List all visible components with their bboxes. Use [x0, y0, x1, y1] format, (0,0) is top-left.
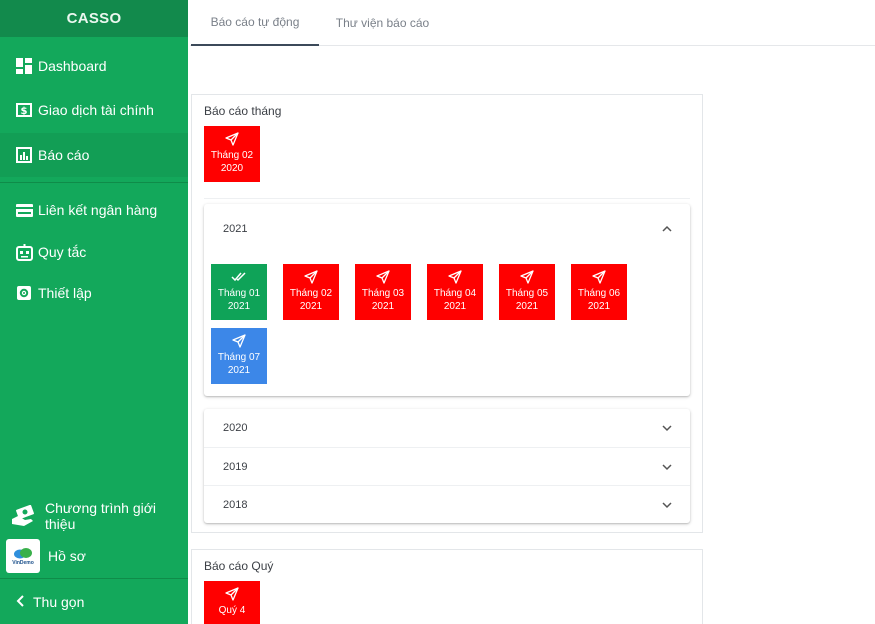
card-month: Tháng 06 — [577, 288, 621, 299]
dashboard-icon — [15, 57, 33, 75]
send-icon — [520, 270, 534, 284]
report-card-2021-01[interactable]: Tháng 01 2021 — [211, 264, 267, 320]
card-month: Tháng 03 — [361, 288, 405, 299]
gear-icon — [15, 284, 33, 302]
card-quarter: Quý 4 — [218, 605, 246, 616]
collapse-label: Thu gọn — [33, 593, 85, 610]
avatar-text: VinDemo — [12, 559, 34, 566]
chevron-down-icon — [662, 425, 672, 432]
double-check-icon — [231, 272, 246, 282]
sidebar-item-reports[interactable]: Báo cáo — [0, 133, 188, 177]
money-hand-icon — [11, 504, 37, 527]
card-month: Tháng 02 — [289, 288, 333, 299]
tab-label: Báo cáo tự động — [210, 15, 300, 29]
year-label: 2021 — [223, 223, 248, 235]
card-month: Tháng 07 — [217, 352, 261, 363]
report-card-2021-05[interactable]: Tháng 05 2021 — [499, 264, 555, 320]
card-month: Tháng 04 — [433, 288, 477, 299]
report-card-2021-07[interactable]: Tháng 07 2021 — [211, 328, 267, 384]
cloud-logo-icon — [14, 547, 32, 558]
bar-chart-icon — [15, 146, 33, 164]
card-year: 2021 — [587, 301, 611, 312]
card-month: Tháng 05 — [505, 288, 549, 299]
send-icon — [304, 270, 318, 284]
collapse-sidebar-button[interactable]: Thu gọn — [0, 578, 188, 624]
sidebar-item-transactions[interactable]: $ Giao dịch tài chính — [0, 88, 188, 132]
avatar: VinDemo — [6, 539, 40, 573]
year-label: 2020 — [223, 422, 248, 434]
robot-icon — [15, 243, 33, 261]
card-year: 2021 — [371, 301, 395, 312]
referral-label: Chương trình giới thiệu — [45, 500, 157, 532]
send-icon — [592, 270, 606, 284]
year-header-2020[interactable]: 2020 — [204, 409, 690, 447]
referral-program-link[interactable]: Chương trình giới thiệu — [0, 496, 188, 536]
report-card-2021-04[interactable]: Tháng 04 2021 — [427, 264, 483, 320]
profile-label: Hồ sơ — [48, 548, 86, 564]
year-header-2018[interactable]: 2018 — [204, 486, 690, 524]
card-year: 2021 — [443, 301, 467, 312]
panel-divider — [204, 198, 690, 199]
card-year: 2021 — [227, 365, 251, 376]
report-card-2021-06[interactable]: Tháng 06 2021 — [571, 264, 627, 320]
report-card-q4[interactable]: Quý 4 — [204, 581, 260, 624]
credit-card-icon — [15, 201, 33, 219]
send-icon — [225, 132, 239, 146]
sidebar-item-label: Thiết lập — [38, 285, 92, 301]
tab-report-library[interactable]: Thư viện báo cáo — [320, 0, 445, 46]
year-label: 2019 — [223, 461, 248, 473]
chevron-left-icon — [16, 594, 25, 610]
tab-auto-reports[interactable]: Báo cáo tự động — [191, 0, 319, 46]
year-header-2019[interactable]: 2019 — [204, 448, 690, 486]
report-card-top[interactable]: Tháng 02 2020 — [204, 126, 260, 182]
profile-link[interactable]: VinDemo Hồ sơ — [6, 539, 86, 573]
send-icon — [232, 334, 246, 348]
sidebar-item-label: Liên kết ngân hàng — [38, 202, 158, 218]
chevron-down-icon — [662, 502, 672, 509]
card-month: Tháng 01 — [217, 288, 261, 299]
report-tabs: Báo cáo tự động Thư viện báo cáo — [190, 0, 875, 46]
monthly-report-title: Báo cáo tháng — [204, 104, 282, 118]
card-year: 2021 — [299, 301, 323, 312]
report-card-2021-02[interactable]: Tháng 02 2021 — [283, 264, 339, 320]
report-card-2021-03[interactable]: Tháng 03 2021 — [355, 264, 411, 320]
sidebar-item-bank-link[interactable]: Liên kết ngân hàng — [0, 188, 188, 232]
year-header-2021[interactable]: 2021 — [204, 210, 690, 248]
card-year: 2020 — [220, 163, 244, 174]
year-label: 2018 — [223, 499, 248, 511]
sidebar-item-label: Quy tắc — [38, 244, 87, 260]
sidebar: CASSO Dashboard $ Giao dịch tài chính Bá… — [0, 0, 188, 624]
sidebar-item-dashboard[interactable]: Dashboard — [0, 44, 188, 88]
brand-logo[interactable]: CASSO — [0, 0, 188, 37]
svg-text:$: $ — [21, 106, 28, 117]
send-icon — [225, 587, 239, 601]
card-year: 2021 — [227, 301, 251, 312]
quarterly-report-title: Báo cáo Quý — [204, 559, 274, 573]
sidebar-item-rules[interactable]: Quy tắc — [0, 230, 188, 274]
chevron-down-icon — [662, 464, 672, 471]
collapsed-years-list: 2020 2019 2018 — [204, 409, 690, 523]
send-icon — [376, 270, 390, 284]
sidebar-item-label: Giao dịch tài chính — [38, 102, 154, 118]
card-year: 2021 — [515, 301, 539, 312]
sidebar-item-label: Báo cáo — [38, 147, 90, 163]
sidebar-item-label: Dashboard — [38, 58, 107, 74]
tab-label: Thư viện báo cáo — [335, 16, 430, 30]
chevron-up-icon — [662, 225, 672, 232]
sidebar-item-settings[interactable]: Thiết lập — [0, 271, 188, 315]
sidebar-divider — [0, 182, 188, 183]
quarterly-report-panel: Báo cáo Quý — [191, 549, 703, 624]
send-icon — [448, 270, 462, 284]
dollar-receipt-icon: $ — [15, 101, 33, 119]
card-month: Tháng 02 — [210, 150, 254, 161]
